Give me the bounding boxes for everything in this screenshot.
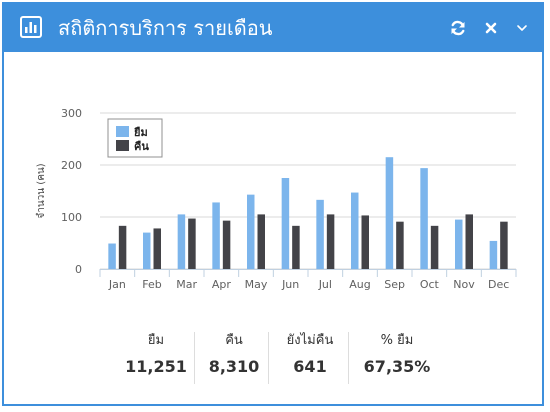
x-tick-label: Oct [420, 278, 440, 291]
bar-borrow-apr[interactable] [212, 202, 220, 269]
legend-label[interactable]: ยืม [133, 126, 147, 139]
bar-borrow-may[interactable] [247, 194, 255, 269]
y-tick-label: 200 [61, 159, 82, 172]
legend-label[interactable]: คืน [134, 140, 149, 153]
bar-borrow-dec[interactable] [489, 240, 498, 269]
x-tick-label: Sep [384, 278, 405, 291]
widget-title: สถิติการบริการ รายเดือน [58, 16, 273, 40]
collapse-button[interactable] [512, 18, 532, 38]
x-tick-label: Aug [349, 278, 370, 291]
bar-return-feb[interactable] [153, 228, 162, 269]
y-tick-label: 100 [61, 211, 82, 224]
close-button[interactable] [481, 18, 501, 38]
bar-return-oct[interactable] [430, 225, 439, 269]
bar-return-aug[interactable] [361, 215, 370, 269]
bar-return-dec[interactable] [500, 221, 508, 269]
x-tick-label: May [245, 278, 268, 291]
x-tick-label: Jan [108, 278, 126, 291]
bar-return-nov[interactable] [465, 214, 474, 269]
y-axis-title: จำนวน (คน) [36, 163, 47, 218]
monthly-bar-chart: 0 100 200 300 Jan Feb Mar Apr May Jun Jul Aug Sep Oc… [4, 52, 542, 312]
x-tick-label: Jun [281, 278, 299, 291]
close-icon [485, 22, 497, 34]
bar-return-jan[interactable] [118, 225, 127, 269]
bar-borrow-jul[interactable] [316, 199, 324, 269]
stat-borrow-percent: % ยืม 67,35% [342, 332, 452, 384]
bar-return-apr[interactable] [222, 220, 231, 269]
x-tick-label: Jul [318, 278, 332, 291]
refresh-button[interactable] [448, 18, 468, 38]
y-tick-label: 0 [75, 263, 82, 276]
x-tick-label: Nov [453, 278, 475, 291]
bar-return-sep[interactable] [396, 221, 404, 269]
chart-svg: 0 100 200 300 Jan Feb Mar Apr May Jun Jul Aug Sep Oc… [36, 107, 517, 291]
x-tick-label: Mar [176, 278, 197, 291]
bar-borrow-jan[interactable] [108, 243, 116, 269]
bar-return-may[interactable] [257, 214, 266, 269]
y-tick-label: 300 [61, 107, 82, 120]
legend-swatch [116, 126, 129, 137]
widget-header: สถิติการบริการ รายเดือน [4, 4, 542, 52]
bar-borrow-jun[interactable] [281, 178, 290, 269]
bar-chart-icon [20, 16, 42, 38]
bar-return-jun[interactable] [292, 225, 300, 269]
stat-label: % ยืม [380, 333, 414, 348]
bar-borrow-feb[interactable] [143, 232, 151, 269]
bar-borrow-nov[interactable] [455, 219, 463, 269]
legend-swatch [116, 140, 129, 151]
x-tick-label: Feb [142, 278, 161, 291]
bar-borrow-sep[interactable] [385, 157, 394, 269]
refresh-icon [451, 20, 465, 36]
chevron-down-icon [517, 25, 527, 31]
bar-borrow-oct[interactable] [420, 168, 428, 269]
monthly-stats-widget: สถิติการบริการ รายเดือน 0 100 200 300 Jan Fe… [2, 2, 544, 406]
bar-return-jul[interactable] [326, 214, 335, 269]
x-tick-label: Dec [488, 278, 509, 291]
stat-value: 67,35% [363, 357, 431, 376]
bar-return-mar[interactable] [188, 218, 196, 269]
summary-stats: ยืม 11,251 คืน 8,310 ยังไม่คืน 641 % ยืม… [4, 326, 542, 386]
x-tick-label: Apr [212, 278, 232, 291]
bar-borrow-aug[interactable] [351, 192, 359, 269]
bar-borrow-mar[interactable] [177, 214, 186, 269]
